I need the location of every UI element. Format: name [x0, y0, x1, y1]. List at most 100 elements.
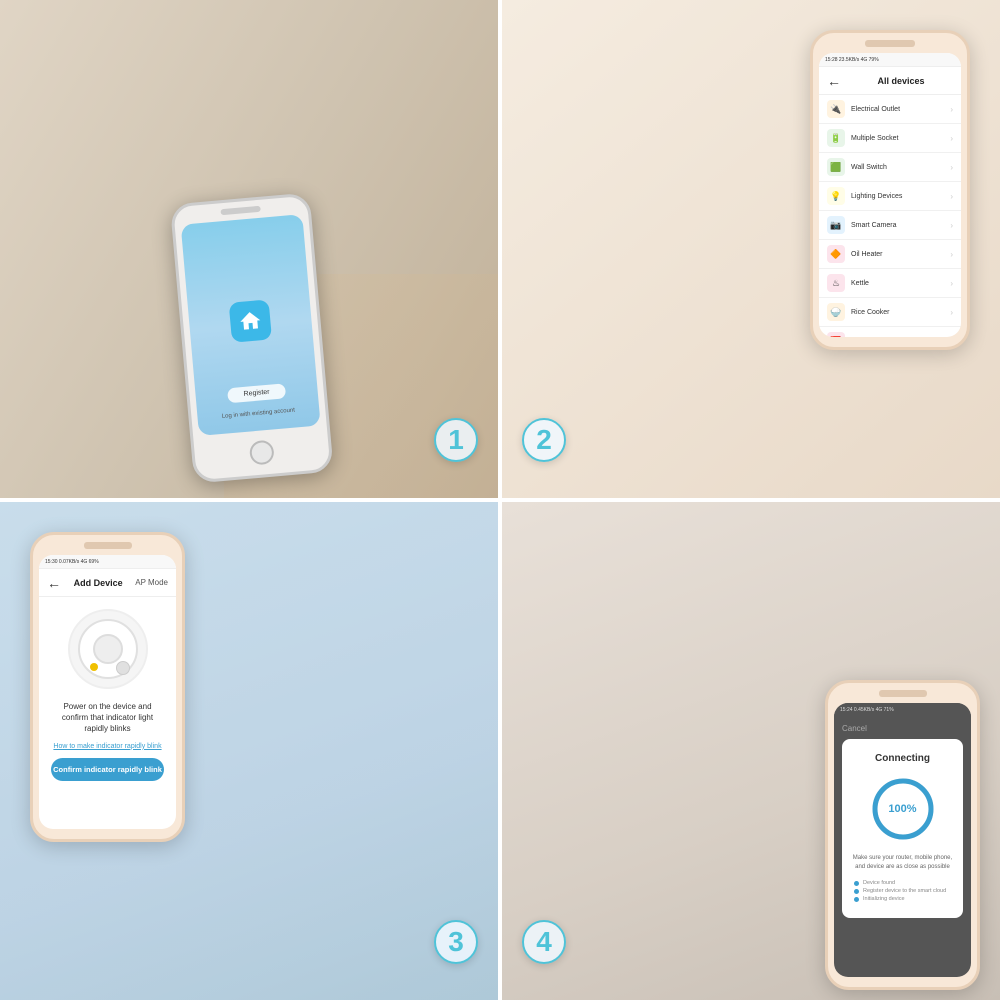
check-item: Initializing device — [854, 896, 951, 902]
phone2-screen: 15:28 23.5KB/s 4G 79% ← All devices 🔌 El… — [819, 53, 961, 337]
item-label: Electrical Outlet — [851, 106, 950, 113]
lighting-icon: 💡 — [827, 187, 845, 205]
wall-switch-icon: 🟩 — [827, 158, 845, 176]
list-item[interactable]: 📷 Smart Camera › — [819, 211, 961, 240]
item-label: Lighting Devices — [851, 193, 950, 200]
phone2-container: 15:28 23.5KB/s 4G 79% ← All devices 🔌 El… — [810, 30, 970, 350]
connecting-title: Connecting — [850, 753, 955, 764]
list-item[interactable]: ♨ Kettle › — [819, 269, 961, 298]
step3-number: 3 — [448, 926, 464, 958]
check-item: Register device to the smart cloud — [854, 888, 951, 894]
list-item[interactable]: 🔌 Electrical Outlet › — [819, 95, 961, 124]
phone1-in-hand: Register Log in with existing account — [170, 192, 334, 483]
login-link[interactable]: Log in with existing account — [222, 408, 296, 420]
list-item[interactable]: 💡 Lighting Devices › — [819, 182, 961, 211]
rice-cooker-icon: 🍚 — [827, 303, 845, 321]
how-to-blink-link[interactable]: How to make indicator rapidly blink — [39, 743, 176, 750]
phone4-notch — [879, 690, 927, 697]
cell-step2: 15:28 23.5KB/s 4G 79% ← All devices 🔌 El… — [502, 0, 1000, 498]
connecting-subtitle: Make sure your router, mobile phone, and… — [850, 854, 955, 872]
confirm-blink-label: Confirm indicator rapidly blink — [53, 765, 162, 774]
phone4-container: 15:24 0.45KB/s 4G 71% Cancel Connecting — [825, 680, 980, 990]
cell-step1: Register Log in with existing account 1 — [0, 0, 498, 498]
list-item[interactable]: 🟥 Oven › — [819, 327, 961, 337]
phone2-status-text: 15:28 23.5KB/s 4G 79% — [825, 57, 879, 63]
oven-icon: 🟥 — [827, 332, 845, 337]
smart-camera-icon: 📷 — [827, 216, 845, 234]
device-illustration — [68, 609, 148, 689]
step2-number: 2 — [536, 424, 552, 456]
phone3-instructions: Power on the device and confirm that ind… — [39, 701, 176, 735]
step1-badge: 1 — [434, 418, 478, 462]
progress-percent: 100% — [888, 803, 916, 815]
item-label: Kettle — [851, 280, 950, 287]
item-arrow: › — [950, 308, 953, 317]
app-home-icon — [229, 299, 272, 342]
phone1-notch — [220, 206, 260, 215]
multiple-socket-icon: 🔋 — [827, 129, 845, 147]
phone1-frame: Register Log in with existing account — [170, 192, 334, 483]
cell-step4: 15:24 0.45KB/s 4G 71% Cancel Connecting — [502, 502, 1000, 1000]
connecting-area: Connecting 100% Make sure your router — [842, 739, 963, 918]
cell-step3: 15:30 0.07KB/s 4G 69% ← Add Device AP Mo… — [0, 502, 498, 1000]
check-dot — [854, 881, 859, 886]
step1-number: 1 — [448, 424, 464, 456]
oil-heater-icon: 🔶 — [827, 245, 845, 263]
item-arrow: › — [950, 134, 953, 143]
phone2-status-bar: 15:28 23.5KB/s 4G 79% — [819, 53, 961, 67]
device-button — [116, 661, 130, 675]
confirm-blink-button[interactable]: Confirm indicator rapidly blink — [51, 758, 164, 781]
phone4-status-bar: 15:24 0.45KB/s 4G 71% — [834, 703, 971, 717]
step4-badge: 4 — [522, 920, 566, 964]
item-label: Wall Switch — [851, 164, 950, 171]
item-label: Multiple Socket — [851, 135, 950, 142]
progress-circle: 100% — [868, 774, 938, 844]
check-label: Initializing device — [863, 896, 905, 902]
item-label: Smart Camera — [851, 222, 950, 229]
item-arrow: › — [950, 337, 953, 338]
phone2-title: All devices — [849, 76, 953, 86]
cancel-button[interactable]: Cancel — [842, 724, 867, 733]
login-text: Log in with existing account — [222, 408, 296, 420]
list-item[interactable]: 🔶 Oil Heater › — [819, 240, 961, 269]
phone2-device-list: 🔌 Electrical Outlet › 🔋 Multiple Socket … — [819, 95, 961, 337]
phone3-back-icon[interactable]: ← — [47, 575, 61, 591]
phone2-header: ← All devices — [819, 67, 961, 95]
step4-number: 4 — [536, 926, 552, 958]
step3-badge: 3 — [434, 920, 478, 964]
phone2-back-icon[interactable]: ← — [827, 73, 841, 89]
blink-link-text: How to make indicator rapidly blink — [53, 743, 161, 750]
phone1-home-button[interactable] — [249, 440, 275, 466]
phone3-mode: AP Mode — [135, 578, 168, 587]
item-arrow: › — [950, 163, 953, 172]
register-button[interactable]: Register — [227, 383, 286, 403]
phone3-status-bar: 15:30 0.07KB/s 4G 69% — [39, 555, 176, 569]
phone4-top-bar: Cancel — [834, 717, 971, 739]
vertical-divider — [498, 0, 502, 1000]
phone4-frame: 15:24 0.45KB/s 4G 71% Cancel Connecting — [825, 680, 980, 990]
item-arrow: › — [950, 221, 953, 230]
check-dot — [854, 897, 859, 902]
item-label: Rice Cooker — [851, 309, 950, 316]
list-item[interactable]: 🟩 Wall Switch › — [819, 153, 961, 182]
item-arrow: › — [950, 105, 953, 114]
device-body — [93, 634, 123, 664]
check-dot — [854, 889, 859, 894]
phone3-header: ← Add Device AP Mode — [39, 569, 176, 597]
phone3-status-text: 15:30 0.07KB/s 4G 69% — [45, 559, 99, 565]
checklist: Device found Register device to the smar… — [850, 880, 955, 902]
device-led — [90, 663, 98, 671]
phone1-screen: Register Log in with existing account — [181, 214, 321, 436]
phone2-frame: 15:28 23.5KB/s 4G 79% ← All devices 🔌 El… — [810, 30, 970, 350]
check-label: Register device to the smart cloud — [863, 888, 946, 894]
home-svg-icon — [237, 308, 263, 334]
item-label: Oil Heater — [851, 251, 950, 258]
list-item[interactable]: 🍚 Rice Cooker › — [819, 298, 961, 327]
check-item: Device found — [854, 880, 951, 886]
list-item[interactable]: 🔋 Multiple Socket › — [819, 124, 961, 153]
item-arrow: › — [950, 192, 953, 201]
phone3-container: 15:30 0.07KB/s 4G 69% ← Add Device AP Mo… — [30, 532, 185, 842]
phone3-frame: 15:30 0.07KB/s 4G 69% ← Add Device AP Mo… — [30, 532, 185, 842]
phone2-notch — [865, 40, 915, 47]
phone3-title: Add Device — [61, 578, 135, 588]
